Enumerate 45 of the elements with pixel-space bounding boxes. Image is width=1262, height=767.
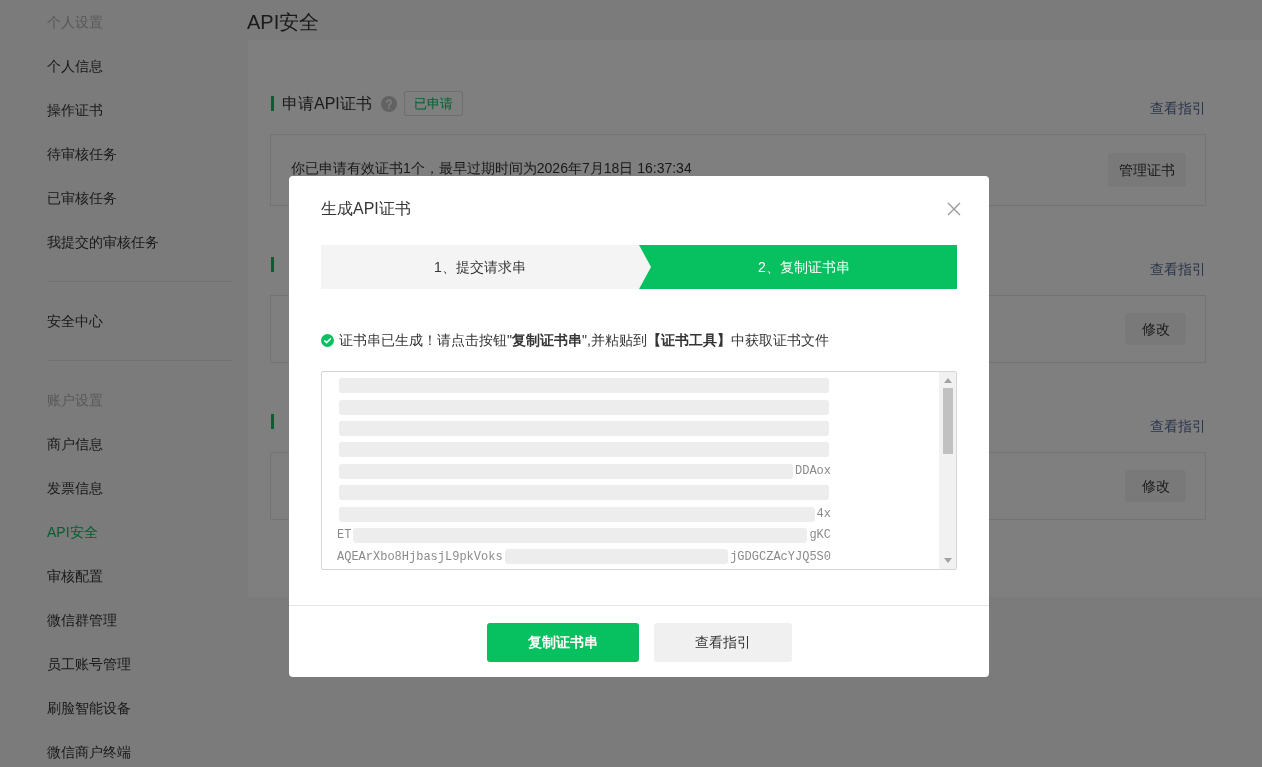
help-icon[interactable] <box>380 95 397 112</box>
sidebar-item[interactable]: 商户信息 <box>47 433 103 455</box>
sidebar-item[interactable]: 刷脸智能设备 <box>47 697 131 719</box>
guide-button[interactable]: 查看指引 <box>653 622 792 662</box>
sidebar-item[interactable]: 审核配置 <box>47 565 103 587</box>
sidebar-item[interactable]: 已审核任务 <box>47 187 117 209</box>
section-marker <box>271 257 274 272</box>
section-marker <box>271 414 274 429</box>
status-badge: 已申请 <box>403 91 463 116</box>
page-title: API安全 <box>247 10 321 34</box>
certificate-text: AQEArXbo8HjbasjL9pkVoks <box>337 549 503 564</box>
certificate-text: jGDGCZAcYJQ5S0 <box>730 549 831 564</box>
sidebar-item[interactable]: 员工账号管理 <box>47 653 131 675</box>
scroll-up-icon[interactable] <box>943 378 952 383</box>
certificate-text: ET <box>337 528 352 543</box>
sidebar-item[interactable]: 发票信息 <box>47 477 103 499</box>
step-tab[interactable]: 2、复制证书串 <box>639 245 957 289</box>
sidebar-item[interactable]: 微信群管理 <box>47 609 117 631</box>
sidebar-item[interactable]: 我提交的审核任务 <box>47 231 159 253</box>
guide-link[interactable]: 查看指引 <box>1150 418 1206 434</box>
scroll-down-icon[interactable] <box>943 558 952 563</box>
sidebar-item[interactable]: 微信商户终端 <box>47 741 131 763</box>
success-message: 证书串已生成！请点击按钮"复制证书串",并粘贴到【证书工具】中获取证书文件 <box>339 330 829 350</box>
manage-button[interactable]: 管理证书 <box>1108 153 1186 187</box>
guide-link[interactable]: 查看指引 <box>1150 100 1206 116</box>
scrollbar-thumb[interactable] <box>942 388 953 454</box>
sidebar-item[interactable]: 安全中心 <box>47 310 103 332</box>
sidebar-item[interactable]: 待审核任务 <box>47 143 117 165</box>
edit-button[interactable]: 修改 <box>1125 470 1186 502</box>
dialog-title: 生成API证书 <box>321 199 411 219</box>
certificate-text: gKC <box>809 528 831 543</box>
section-title: 申请API证书 <box>282 93 372 114</box>
certificate-field[interactable]: DDAox 4x ET gKC AQEArXbo8HjbasjL9pkVoks jGDGCZAcYJQ5S0 <box>321 371 957 570</box>
close-icon[interactable] <box>947 202 961 216</box>
check-circle-icon <box>321 333 334 347</box>
certificate-info: 你已申请有效证书1个，最早过期时间为2026年7月18日 16:37:34 <box>291 160 692 176</box>
sidebar-item[interactable]: 操作证书 <box>47 99 103 121</box>
section-marker <box>271 96 274 111</box>
copy-button[interactable]: 复制证书串 <box>486 622 639 662</box>
certificate-text: DDAox <box>795 464 831 479</box>
sidebar-item[interactable]: 个人信息 <box>47 55 103 77</box>
edit-button[interactable]: 修改 <box>1125 313 1186 345</box>
step-tab[interactable]: 1、提交请求串 <box>321 245 651 289</box>
guide-link[interactable]: 查看指引 <box>1150 261 1206 277</box>
certificate-text: 4x <box>816 507 831 522</box>
